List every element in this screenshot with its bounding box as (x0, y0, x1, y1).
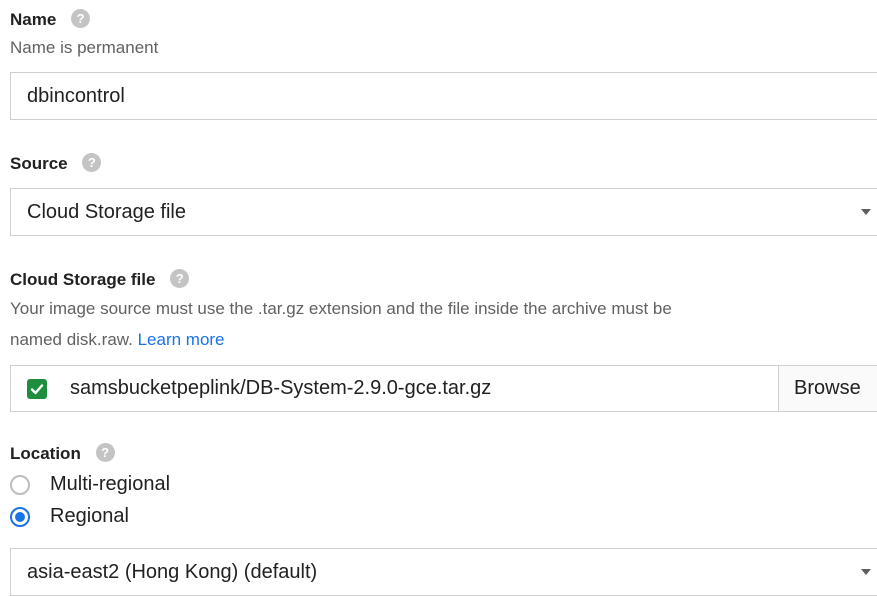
cloud-storage-file-input[interactable]: samsbucketpeplink/DB-System-2.9.0-gce.ta… (10, 365, 779, 412)
radio-multi-regional[interactable]: Multi-regional (10, 472, 310, 498)
help-icon[interactable]: ? (95, 443, 115, 463)
cloud-storage-label-row: Cloud Storage file ? (10, 269, 190, 290)
browse-button-label: Browse (794, 377, 861, 399)
region-select-value: asia-east2 (Hong Kong) (default) (27, 560, 318, 583)
location-label: Location (10, 444, 81, 463)
source-select-value: Cloud Storage file (27, 200, 186, 223)
radio-button[interactable] (10, 507, 30, 527)
chevron-down-icon (861, 209, 871, 215)
cloud-storage-hint-line2: named disk.raw. Learn more (10, 330, 225, 350)
radio-regional[interactable]: Regional (10, 504, 310, 530)
browse-button[interactable]: Browse (778, 365, 877, 412)
name-input-value: dbincontrol (27, 84, 125, 107)
chevron-down-icon (861, 569, 871, 575)
radio-button[interactable] (10, 475, 30, 495)
cloud-storage-hint-prefix: named disk.raw. (10, 330, 133, 349)
source-select[interactable]: Cloud Storage file (10, 188, 877, 236)
checkmark-icon (27, 379, 47, 399)
name-label-row: Name ? (10, 9, 91, 30)
cloud-storage-hint-line1: Your image source must use the .tar.gz e… (10, 299, 672, 318)
cloud-storage-label: Cloud Storage file (10, 270, 156, 289)
name-input[interactable]: dbincontrol (10, 72, 877, 120)
learn-more-link[interactable]: Learn more (138, 330, 225, 349)
region-select[interactable]: asia-east2 (Hong Kong) (default) (10, 548, 877, 596)
location-label-row: Location ? (10, 443, 115, 464)
radio-label: Regional (50, 505, 129, 527)
name-hint: Name is permanent (10, 38, 159, 57)
radio-label: Multi-regional (50, 473, 171, 495)
name-label: Name (10, 10, 57, 29)
cloud-storage-file-value: samsbucketpeplink/DB-System-2.9.0-gce.ta… (70, 377, 492, 399)
source-label: Source (10, 154, 68, 173)
help-icon[interactable]: ? (71, 9, 91, 29)
source-label-row: Source ? (10, 153, 102, 174)
help-icon[interactable]: ? (82, 153, 102, 173)
help-icon[interactable]: ? (170, 269, 190, 289)
